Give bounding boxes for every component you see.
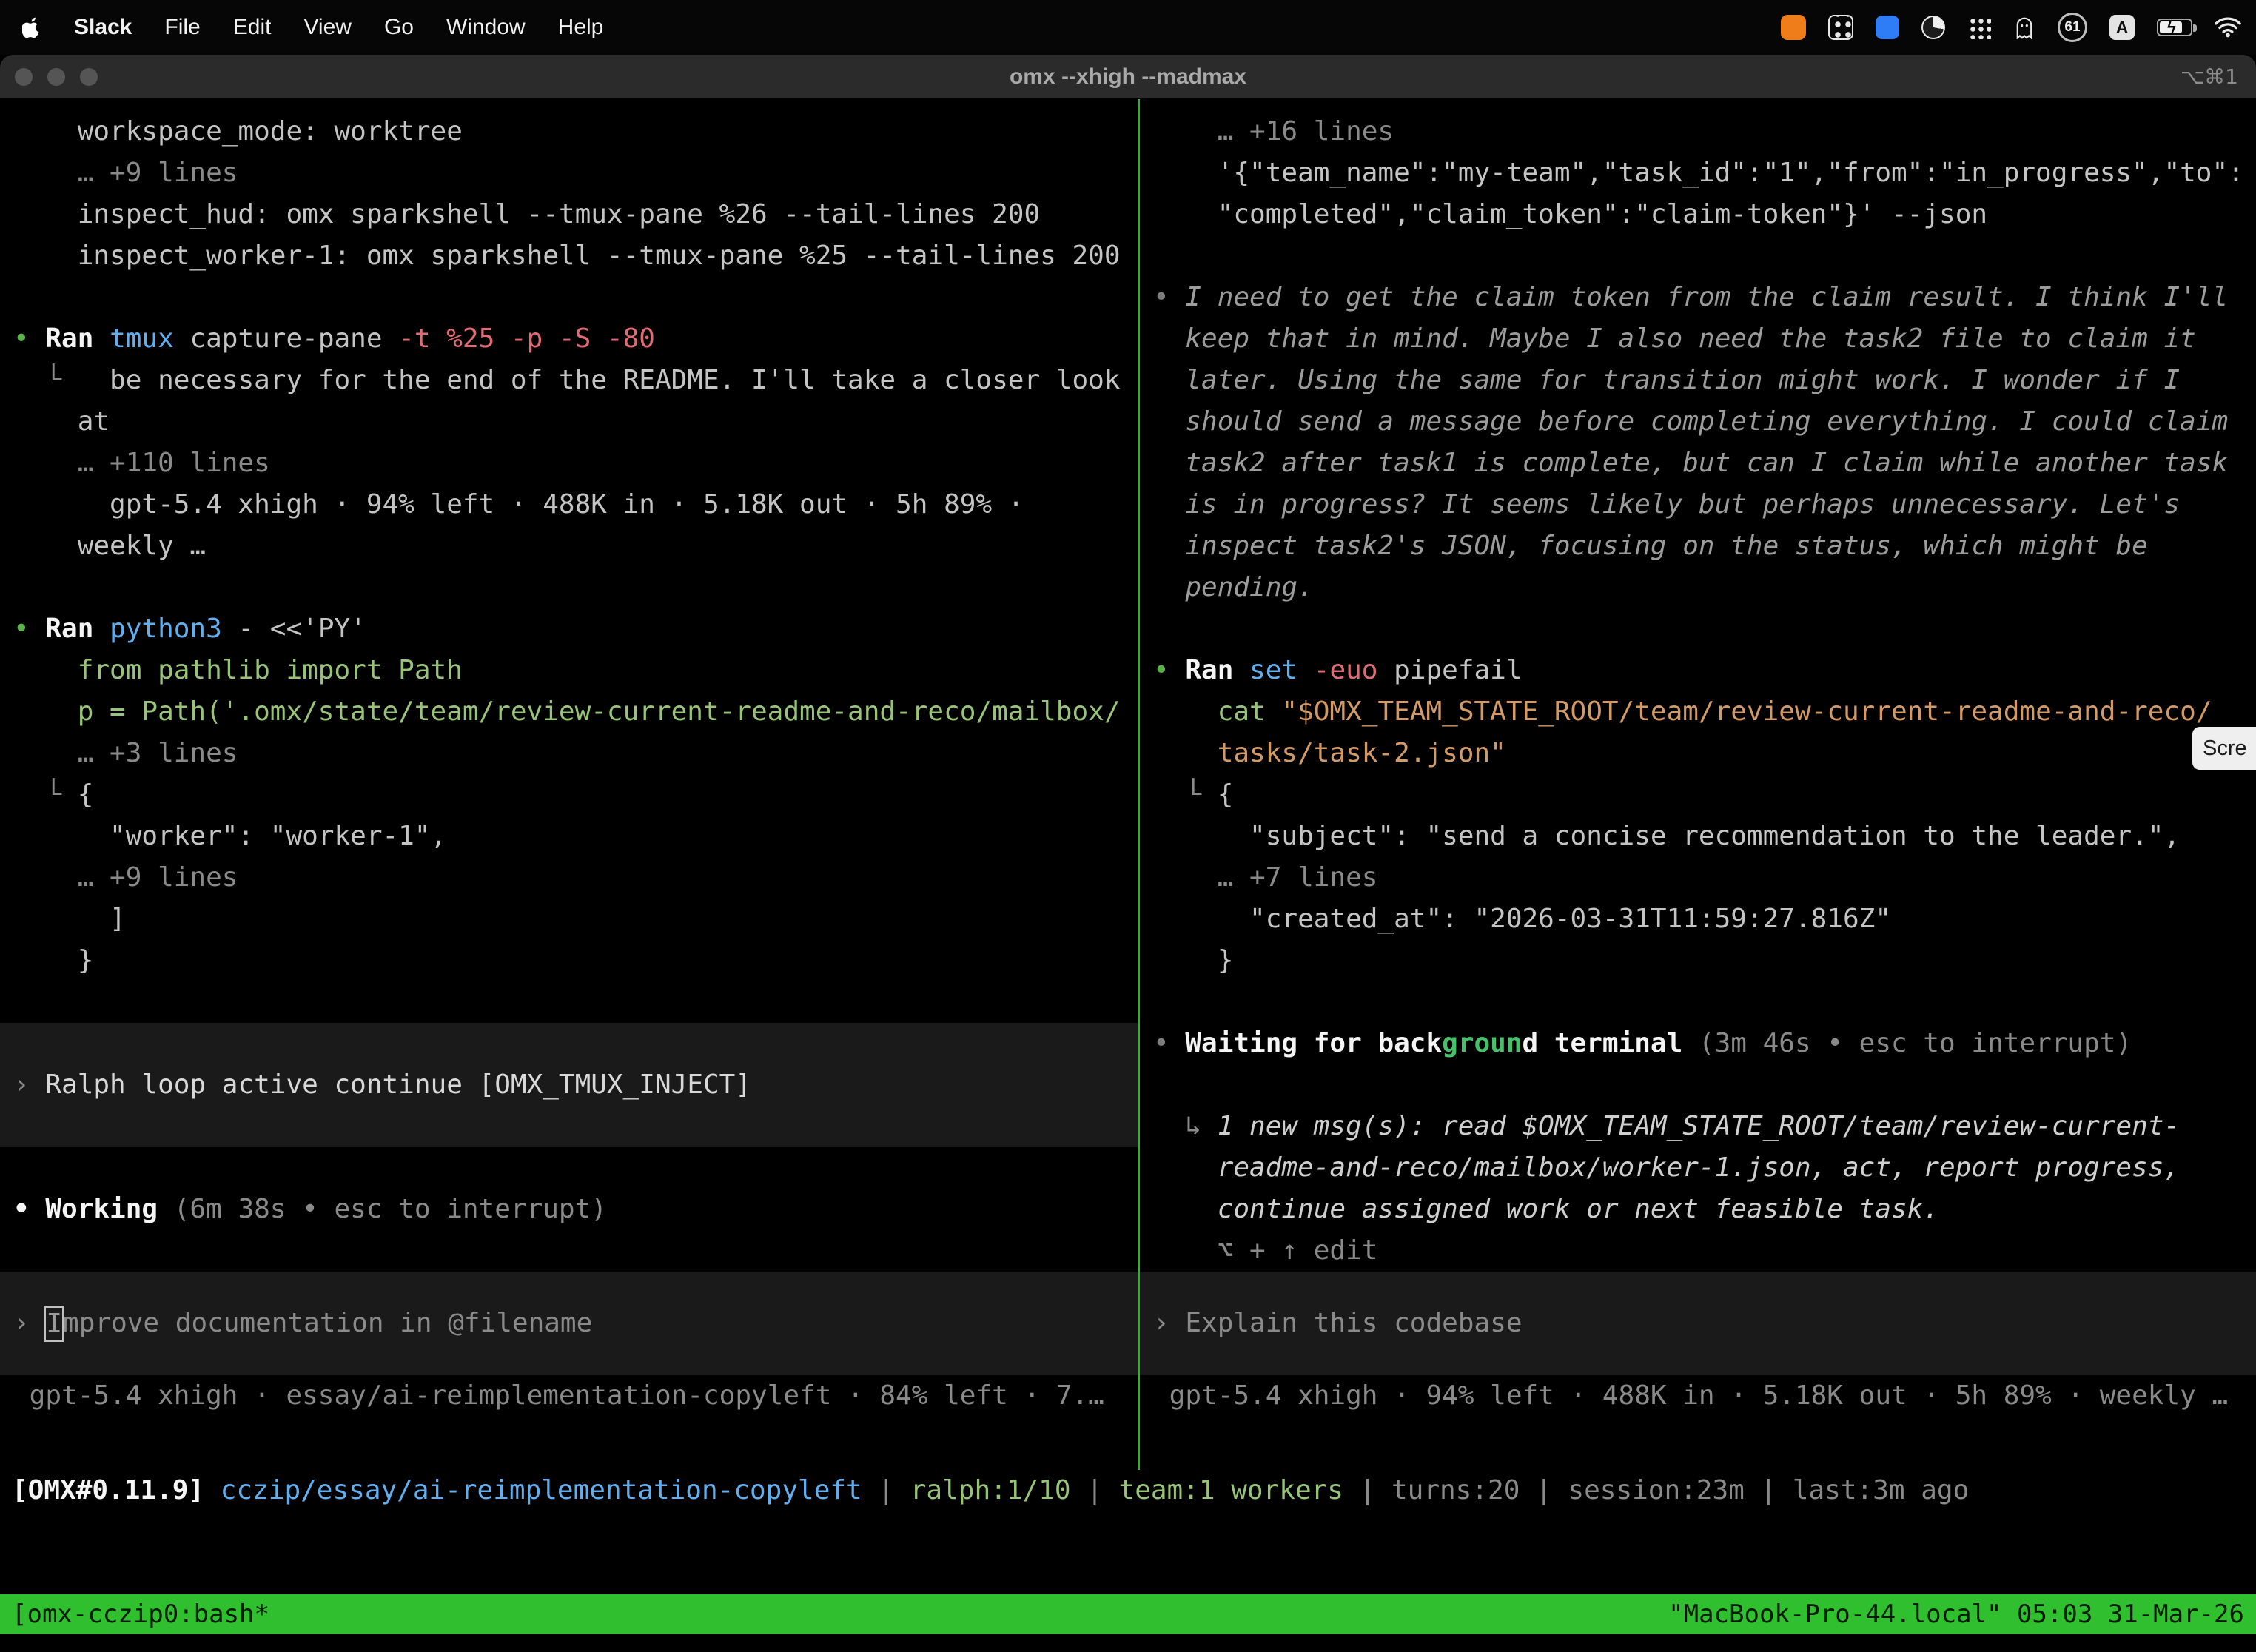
tmux-session-label[interactable]: [omx-cczip0:bash* (12, 1599, 269, 1629)
screen-recording-indicator-icon[interactable] (1781, 15, 1806, 40)
terminal-line: p = Path('.omx/state/team/review-current… (0, 691, 1138, 733)
terminal-line: } (0, 940, 1138, 981)
dots-grid-icon[interactable] (1967, 16, 1991, 39)
battery-percent-badge[interactable]: 61 (2058, 13, 2087, 42)
terminal-line: '{"team_name":"my-team","task_id":"1","f… (1140, 152, 2256, 194)
working-indicator: • Working (6m 38s • esc to interrupt) (0, 1189, 1138, 1230)
thinking-text: • I need to get the claim token from the… (1140, 277, 2256, 318)
blank-line (0, 567, 1138, 608)
terminal-line: … +110 lines (0, 443, 1138, 484)
terminal-line: ] (0, 899, 1138, 940)
screen-overlay-tooltip: Scre (2192, 727, 2256, 770)
menu-items: File Edit View Go Window Help (164, 15, 603, 40)
ghost-app-icon[interactable] (2013, 16, 2035, 39)
thinking-text: keep that in mind. Maybe I also need the… (1140, 318, 2256, 360)
tmux-host-clock: "MacBook-Pro-44.local" 05:03 31-Mar-26 (1668, 1599, 2244, 1629)
terminal-line: weekly … (0, 526, 1138, 567)
tmux-status-bar: [omx-cczip0:bash* "MacBook-Pro-44.local"… (0, 1594, 2256, 1634)
mailbox-message: continue assigned work or next feasible … (1140, 1189, 2256, 1230)
terminal-window: omx --xhigh --madmax ⌥⌘1 workspace_mode:… (0, 55, 2256, 1652)
terminal-line: … +7 lines (1140, 857, 2256, 899)
prompt-placeholder[interactable]: › Improve documentation in @filename (0, 1272, 1138, 1375)
window-titlebar[interactable]: omx --xhigh --madmax ⌥⌘1 (0, 55, 2256, 99)
terminal-line: gpt-5.4 xhigh · 94% left · 488K in · 5.1… (0, 484, 1138, 526)
input-source-letter: A (2116, 18, 2129, 38)
terminal-line: └ { (1140, 774, 2256, 816)
terminal-line: "worker": "worker-1", (0, 816, 1138, 857)
terminal-line: } (1140, 940, 2256, 981)
terminal-line: … +16 lines (1140, 111, 2256, 152)
terminal-line: "completed","claim_token":"claim-token"}… (1140, 194, 2256, 235)
left-pane[interactable]: workspace_mode: worktree … +9 lines insp… (0, 99, 1138, 1470)
menu-edit[interactable]: Edit (233, 15, 272, 40)
thinking-text: pending. (1140, 567, 2256, 608)
prompt-suggestion[interactable]: › Explain this codebase (1140, 1272, 2256, 1375)
ran-command-line: • Ran tmux capture-pane -t %25 -p -S -80 (0, 318, 1138, 360)
terminal-content: workspace_mode: worktree … +9 lines insp… (0, 99, 2256, 1470)
terminal-line: tasks/task-2.json" (1140, 733, 2256, 774)
grid-app-icon[interactable] (1828, 15, 1853, 40)
blank-line (0, 1147, 1138, 1189)
terminal-line: … +9 lines (0, 152, 1138, 194)
active-app-name[interactable]: Slack (74, 15, 132, 40)
thinking-text: later. Using the same for transition mig… (1140, 360, 2256, 401)
ran-command-line: • Ran set -euo pipefail (1140, 650, 2256, 691)
blank-line (0, 981, 1138, 1023)
menu-bar: Slack File Edit View Go Window Help 61 A ϟ (0, 0, 2256, 55)
mailbox-message: readme-and-reco/mailbox/worker-1.json, a… (1140, 1147, 2256, 1189)
battery-percent-value: 61 (2064, 19, 2080, 36)
terminal-line: inspect_worker-1: omx sparkshell --tmux-… (0, 235, 1138, 277)
window-title: omx --xhigh --madmax (0, 64, 2256, 90)
waiting-indicator: • Waiting for background terminal (3m 46… (1140, 1023, 2256, 1064)
mailbox-message: ↳ 1 new msg(s): read $OMX_TEAM_STATE_ROO… (1140, 1106, 2256, 1147)
menu-window[interactable]: Window (446, 15, 526, 40)
blank-line (0, 1230, 1138, 1272)
ran-command-line: • Ran python3 - <<'PY' (0, 608, 1138, 650)
desktop: Slack File Edit View Go Window Help 61 A ϟ (0, 0, 2256, 1652)
blue-app-icon[interactable] (1876, 16, 1899, 39)
terminal-line: … +3 lines (0, 733, 1138, 774)
terminal-line: └ { (0, 774, 1138, 816)
terminal-line: workspace_mode: worktree (0, 111, 1138, 152)
blank-line (1140, 1064, 2256, 1106)
terminal-line: "subject": "send a concise recommendatio… (1140, 816, 2256, 857)
pane-status-line: gpt-5.4 xhigh · essay/ai-reimplementatio… (0, 1375, 1138, 1417)
right-pane[interactable]: … +16 lines '{"team_name":"my-team","tas… (1140, 99, 2256, 1470)
thinking-text: is in progress? It seems likely but perh… (1140, 484, 2256, 526)
blank-line (1140, 608, 2256, 650)
menu-view[interactable]: View (303, 15, 351, 40)
terminal-line: from pathlib import Path (0, 650, 1138, 691)
menu-go[interactable]: Go (384, 15, 414, 40)
titlebar-shortcut: ⌥⌘1 (2181, 64, 2256, 89)
wifi-icon[interactable] (2215, 17, 2241, 38)
pane-status-line: gpt-5.4 xhigh · 94% left · 488K in · 5.1… (1140, 1375, 2256, 1417)
apple-menu-icon[interactable] (22, 16, 41, 38)
blank-line (1140, 981, 2256, 1023)
blank-line (1140, 235, 2256, 277)
thinking-text: task2 after task1 is complete, but can I… (1140, 443, 2256, 484)
terminal-line: … +9 lines (0, 857, 1138, 899)
terminal-line: at (0, 401, 1138, 443)
thinking-text: inspect task2's JSON, focusing on the st… (1140, 526, 2256, 567)
battery-icon[interactable]: ϟ (2157, 19, 2192, 36)
blank-line (0, 277, 1138, 318)
omx-status-line: [OMX#0.11.9] cczip/essay/ai-reimplementa… (0, 1470, 2256, 1511)
swirl-app-icon[interactable] (1921, 16, 1945, 39)
menu-file[interactable]: File (164, 15, 200, 40)
input-source-icon[interactable]: A (2109, 15, 2135, 40)
terminal-line: └ be necessary for the end of the README… (0, 360, 1138, 401)
thinking-text: should send a message before completing … (1140, 401, 2256, 443)
menu-help[interactable]: Help (558, 15, 604, 40)
terminal-line: inspect_hud: omx sparkshell --tmux-pane … (0, 194, 1138, 235)
prompt-input[interactable]: › Ralph loop active continue [OMX_TMUX_I… (0, 1023, 1138, 1147)
terminal-line: cat "$OMX_TEAM_STATE_ROOT/team/review-cu… (1140, 691, 2256, 733)
edit-hint: ⌥ + ↑ edit (1140, 1230, 2256, 1272)
terminal-line: "created_at": "2026-03-31T11:59:27.816Z" (1140, 899, 2256, 940)
